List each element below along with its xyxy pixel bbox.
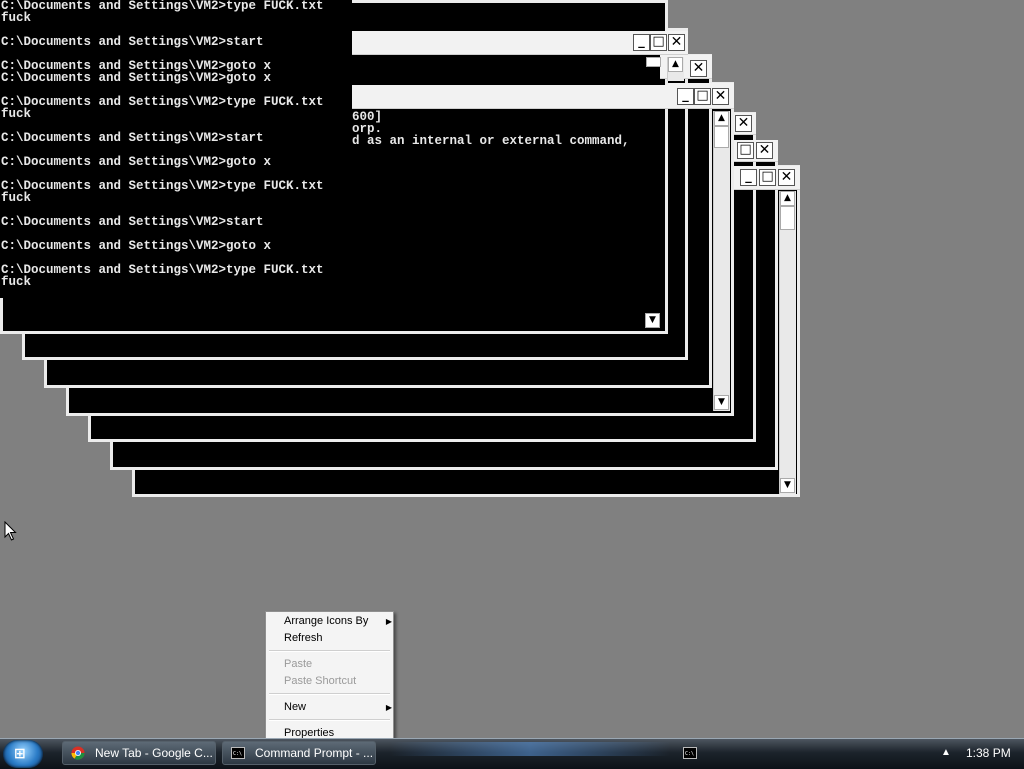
svg-text:C:\: C:\ xyxy=(233,751,242,757)
scroll-up-arrow[interactable]: ▲ xyxy=(714,111,729,126)
svg-text:C:\: C:\ xyxy=(685,751,694,757)
console-line: C:\Documents and Settings\VM2>type FUCK.… xyxy=(1,95,324,109)
console-line: fuck xyxy=(1,191,32,205)
desktop-context-menu: Arrange Icons By ▶ Refresh Paste Paste S… xyxy=(265,611,394,745)
menu-separator xyxy=(269,693,390,695)
menu-item-new[interactable]: New ▶ xyxy=(284,700,392,715)
close-button[interactable]: ✕ xyxy=(690,60,707,77)
minimize-button[interactable]: _ xyxy=(633,34,650,51)
scroll-up-arrow[interactable]: ▲ xyxy=(668,57,683,72)
console-output: C:\Documents and Settings\VM2>type FUCK.… xyxy=(0,0,352,298)
menu-separator xyxy=(269,650,390,652)
show-hidden-icons-arrow[interactable]: ▲ xyxy=(941,738,951,768)
maximize-button[interactable]: □ xyxy=(650,34,667,51)
console-line: C:\Documents and Settings\VM2>type FUCK.… xyxy=(1,263,324,277)
console-line: C:\Documents and Settings\VM2>start xyxy=(1,35,264,49)
console-line: fuck xyxy=(1,107,32,121)
scroll-thumb[interactable] xyxy=(780,206,795,230)
scroll-thumb[interactable] xyxy=(714,126,729,148)
close-button[interactable]: ✕ xyxy=(735,115,752,132)
mouse-cursor-icon xyxy=(4,521,17,541)
close-button[interactable]: ✕ xyxy=(756,142,773,159)
chrome-icon xyxy=(71,746,85,760)
scroll-up-arrow[interactable]: ▲ xyxy=(780,191,795,206)
console-fragment: d as an internal or external command, xyxy=(352,134,630,148)
menu-separator xyxy=(269,719,390,721)
menu-item-label: New xyxy=(284,701,307,713)
scrollbar[interactable]: ▲ ▼ xyxy=(779,191,796,494)
scroll-thumb[interactable] xyxy=(646,57,661,67)
menu-item-label: Paste xyxy=(284,658,313,670)
scrollbar[interactable]: ▲ xyxy=(667,57,684,81)
menu-item-label: Arrange Icons By xyxy=(284,615,369,627)
console-line: C:\Documents and Settings\VM2>goto x xyxy=(1,155,272,169)
maximize-button[interactable]: □ xyxy=(737,142,754,159)
console-line: C:\Documents and Settings\VM2>goto x xyxy=(1,71,272,85)
menu-item-arrange-icons-by[interactable]: Arrange Icons By ▶ xyxy=(284,614,392,629)
submenu-arrow-icon: ▶ xyxy=(385,703,392,712)
start-button[interactable]: ⊞ xyxy=(3,740,43,768)
taskbar-highlight xyxy=(390,742,670,756)
taskbar-button-command-prompt[interactable]: C:\ Command Prompt - ... xyxy=(222,741,376,765)
scroll-down-arrow[interactable]: ▼ xyxy=(780,478,795,493)
console-line: C:\Documents and Settings\VM2>start xyxy=(1,215,264,229)
cmd-icon: C:\ xyxy=(231,747,245,759)
scroll-down-arrow[interactable]: ▼ xyxy=(714,395,729,410)
console-line: C:\Documents and Settings\VM2>type FUCK.… xyxy=(1,0,324,13)
taskbar-button-label: Command Prompt - ... xyxy=(255,746,374,760)
windows-orb-icon: ⊞ xyxy=(14,746,26,762)
minimize-button[interactable]: _ xyxy=(677,88,694,105)
menu-item-refresh[interactable]: Refresh xyxy=(284,631,323,646)
clock[interactable]: 1:38 PM xyxy=(966,738,1011,768)
menu-item-label: Refresh xyxy=(284,632,323,644)
cmd-icon[interactable]: C:\ xyxy=(683,746,697,760)
console-line: C:\Documents and Settings\VM2>start xyxy=(1,131,264,145)
maximize-button[interactable]: □ xyxy=(694,88,711,105)
taskbar-button-label: New Tab - Google C... xyxy=(95,746,213,760)
close-button[interactable]: ✕ xyxy=(778,169,795,186)
scrollbar[interactable]: ▲ ▼ xyxy=(713,111,730,411)
console-line: C:\Documents and Settings\VM2>type FUCK.… xyxy=(1,179,324,193)
console-line: C:\Documents and Settings\VM2>goto x xyxy=(1,239,272,253)
cmd-window-1-titlebar[interactable] xyxy=(352,85,668,109)
maximize-button[interactable]: □ xyxy=(759,169,776,186)
console-line: fuck xyxy=(1,275,32,289)
taskbar-button-chrome[interactable]: New Tab - Google C... xyxy=(62,741,216,765)
menu-item-paste[interactable]: Paste xyxy=(284,657,312,672)
scroll-down-arrow[interactable]: ▼ xyxy=(645,313,660,328)
minimize-button[interactable]: _ xyxy=(740,169,757,186)
close-button[interactable]: ✕ xyxy=(712,88,729,105)
menu-item-paste-shortcut[interactable]: Paste Shortcut xyxy=(284,674,356,689)
console-line: fuck xyxy=(1,11,32,25)
menu-item-label: Paste Shortcut xyxy=(284,675,357,687)
close-button[interactable]: ✕ xyxy=(668,34,685,51)
submenu-arrow-icon: ▶ xyxy=(385,617,392,626)
